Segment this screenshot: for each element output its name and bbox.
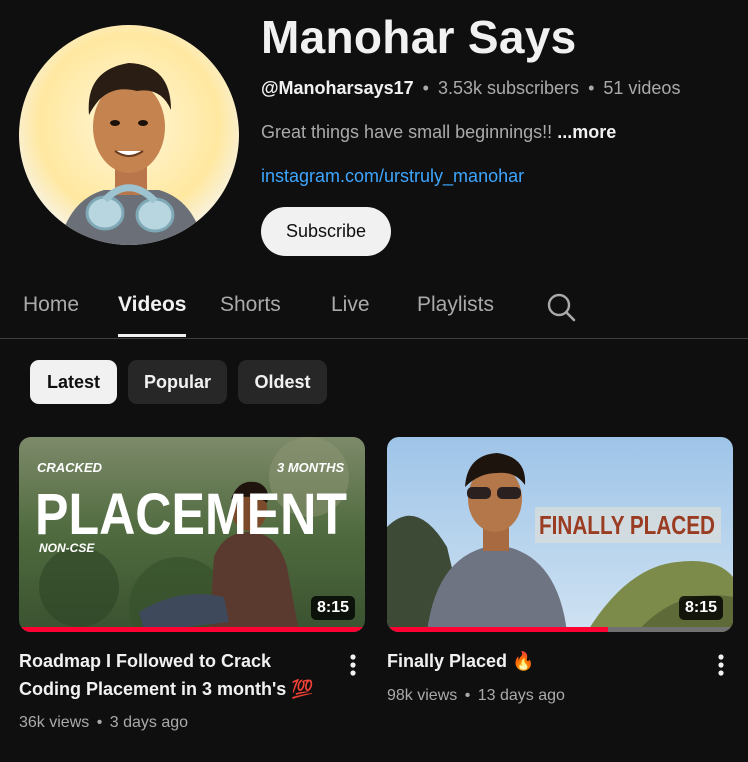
active-tab-indicator — [118, 334, 186, 337]
video-title-line: Coding Placement in 3 month's 💯 — [19, 679, 314, 699]
video-thumbnail[interactable]: CRACKED 3 MONTHS PLACEMENT NON-CSE 8:15 — [19, 437, 365, 632]
thumb-text-banner: FINALLY PLACED — [539, 510, 715, 540]
avatar-illustration — [59, 63, 204, 245]
chip-latest[interactable]: Latest — [30, 360, 117, 404]
subscriber-count: 3.53k subscribers — [437, 78, 580, 98]
video-meta: 36k views • 3 days ago — [19, 714, 188, 732]
channel-avatar[interactable] — [19, 25, 239, 245]
thumb-text-placement: PLACEMENT — [35, 482, 347, 547]
tab-shorts[interactable]: Shorts — [220, 293, 281, 317]
video-title[interactable]: Roadmap I Followed to Crack Coding Place… — [19, 647, 329, 703]
tab-live[interactable]: Live — [331, 293, 370, 317]
subscribe-button[interactable]: Subscribe — [261, 207, 391, 256]
view-count: 36k views — [19, 714, 90, 731]
tab-playlists[interactable]: Playlists — [417, 293, 494, 317]
channel-description[interactable]: Great things have small beginnings!! ...… — [261, 122, 616, 143]
video-title-line: Finally Placed 🔥 — [387, 651, 535, 671]
video-title[interactable]: Finally Placed 🔥 — [387, 647, 697, 675]
search-icon[interactable] — [546, 292, 576, 322]
chip-popular[interactable]: Popular — [128, 360, 227, 404]
watch-progress-bar — [387, 627, 609, 632]
more-options-icon[interactable] — [343, 652, 363, 682]
view-count: 98k views — [387, 687, 458, 704]
video-thumbnail[interactable]: FINALLY PLACED 8:15 — [387, 437, 733, 632]
separator-dot: • — [464, 687, 471, 704]
chip-oldest[interactable]: Oldest — [238, 360, 327, 404]
channel-name: Manohar Says — [261, 11, 577, 63]
channel-tabs: Home Videos Shorts Live Playlists — [0, 270, 748, 339]
video-meta: 98k views • 13 days ago — [387, 687, 565, 705]
channel-handle[interactable]: @Manoharsays17 — [261, 78, 414, 98]
thumb-text-noncse: NON-CSE — [39, 541, 95, 555]
video-title-line: Roadmap I Followed to Crack — [19, 651, 272, 671]
separator-dot: • — [96, 714, 103, 731]
channel-link[interactable]: instagram.com/urstruly_manohar — [261, 166, 524, 187]
upload-age: 3 days ago — [109, 714, 189, 731]
thumb-text-months: 3 MONTHS — [277, 460, 345, 475]
video-count: 51 videos — [603, 78, 681, 98]
tab-videos[interactable]: Videos — [118, 293, 186, 317]
thumb-text-cracked: CRACKED — [37, 460, 103, 475]
upload-age: 13 days ago — [477, 687, 565, 704]
video-duration: 8:15 — [678, 596, 723, 620]
more-options-icon[interactable] — [711, 652, 731, 682]
video-duration: 8:15 — [310, 596, 355, 620]
watch-progress-bar — [19, 627, 365, 632]
separator-dot: • — [588, 78, 595, 98]
channel-meta: @Manoharsays17 • 3.53k subscribers • 51 … — [261, 78, 680, 99]
tab-home[interactable]: Home — [23, 293, 79, 317]
more-link[interactable]: ...more — [557, 122, 616, 142]
separator-dot: • — [422, 78, 429, 98]
description-text: Great things have small beginnings!! — [261, 122, 553, 142]
